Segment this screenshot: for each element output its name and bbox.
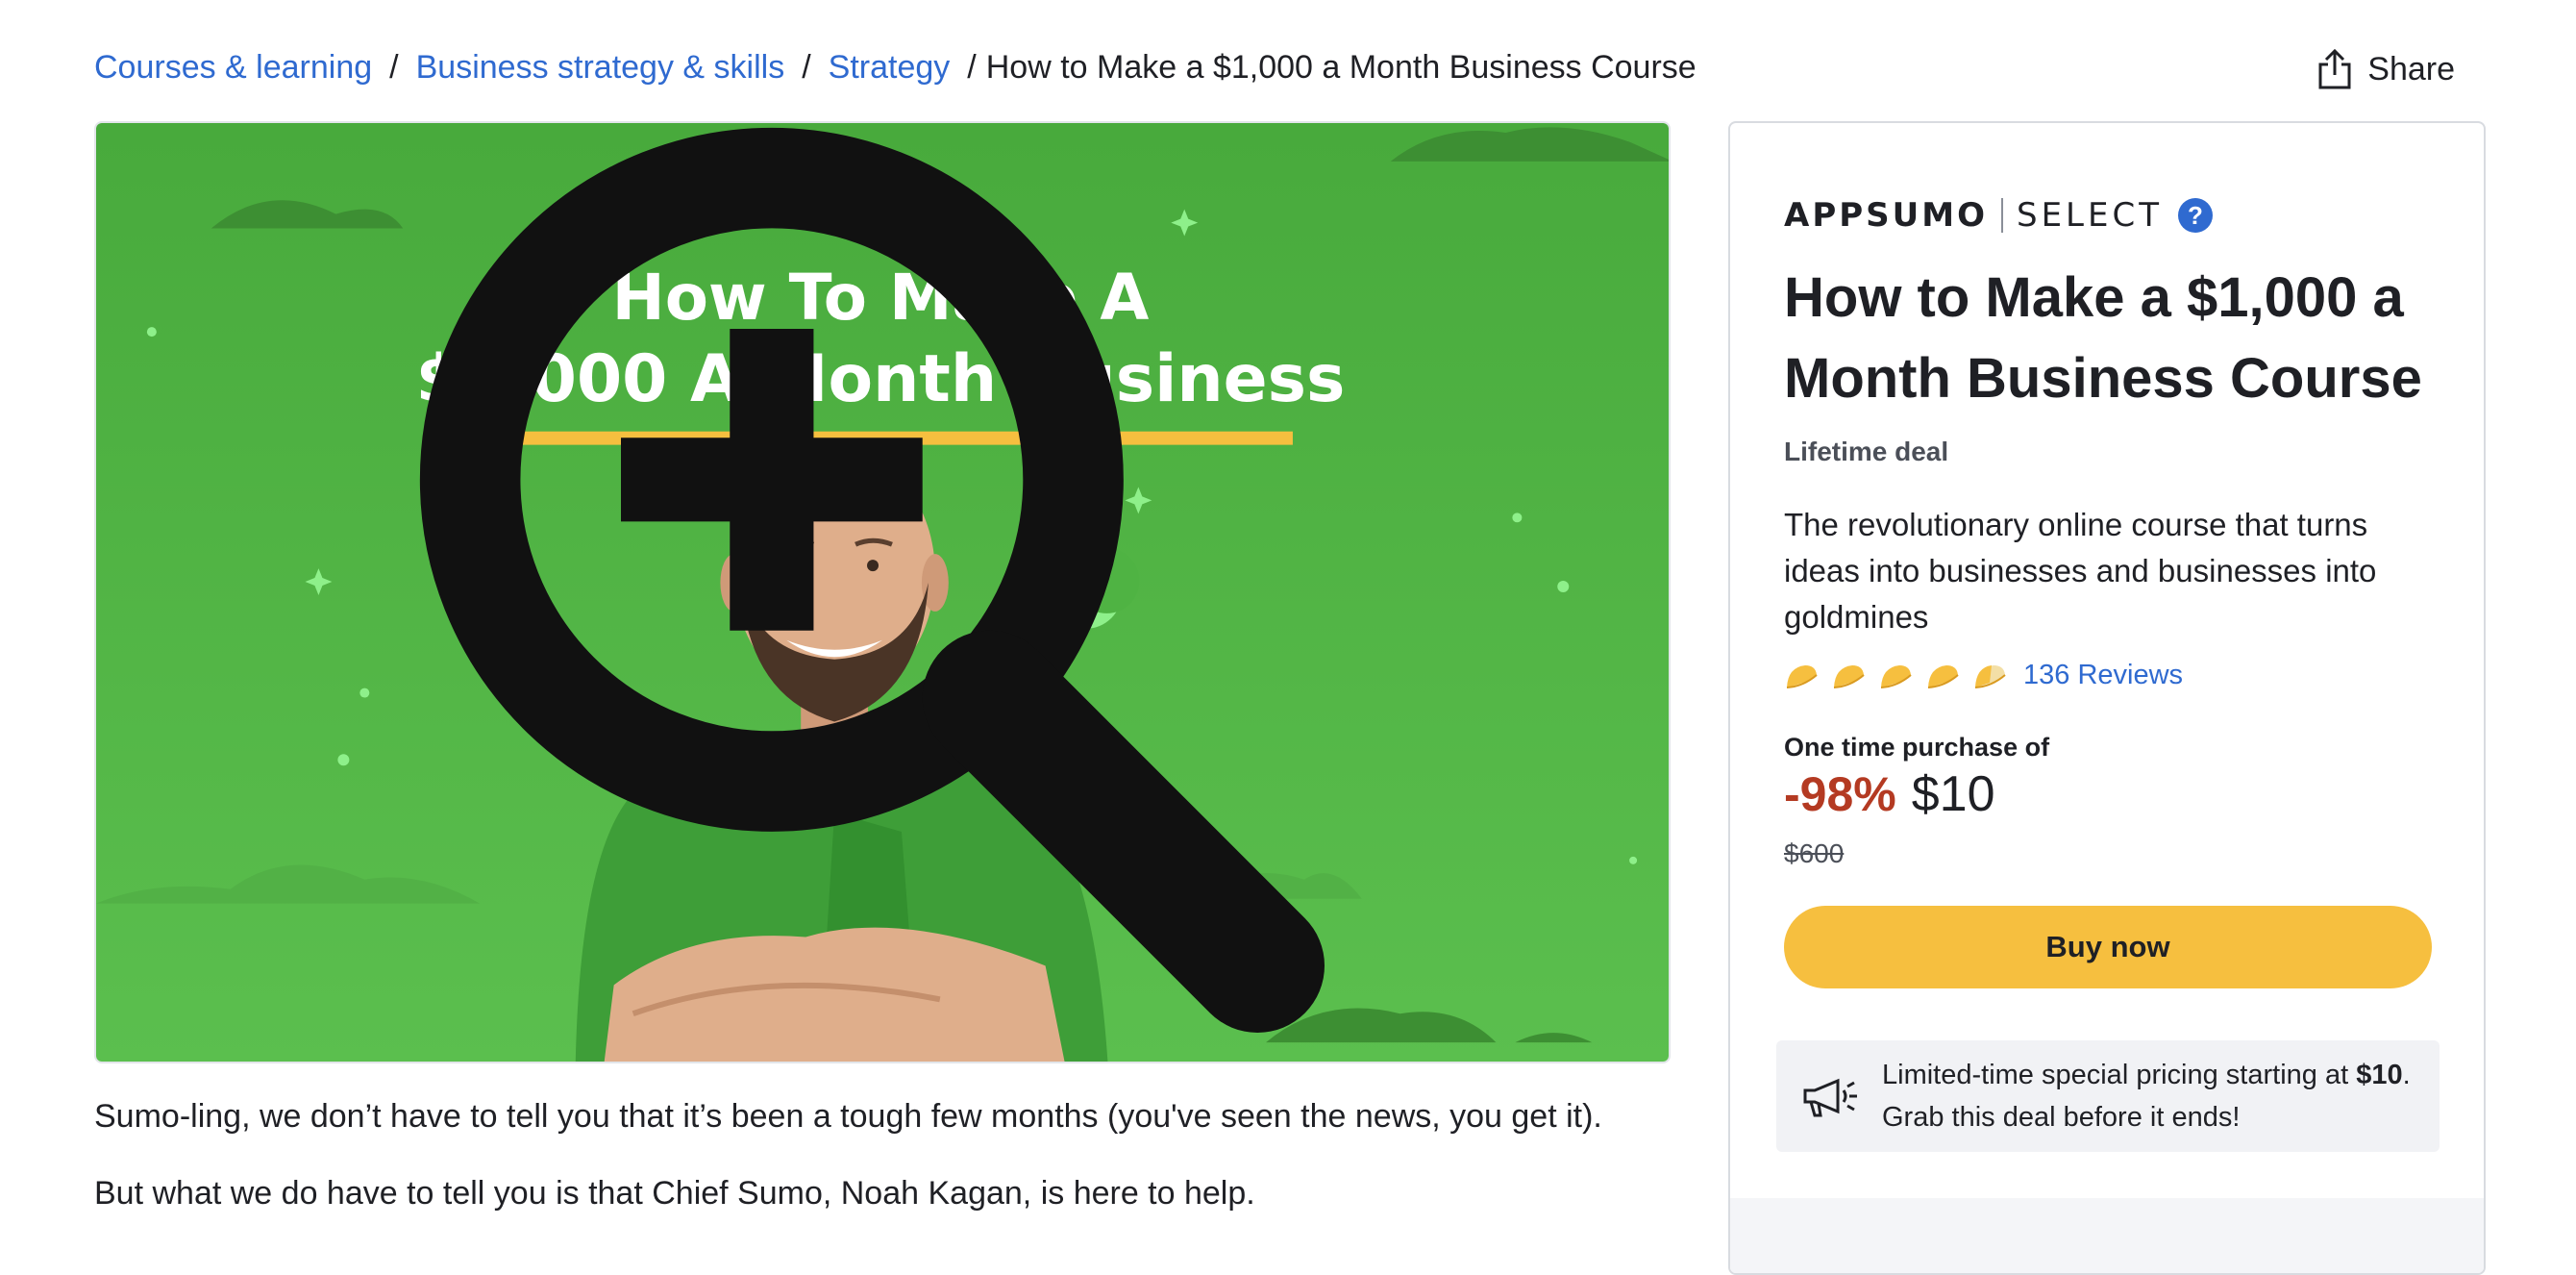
breadcrumb-courses-learning[interactable]: Courses & learning — [94, 49, 372, 87]
price-row: -98% $10 — [1784, 765, 1995, 823]
current-price: $10 — [1911, 766, 1995, 822]
taco-icon — [1880, 664, 1912, 688]
taco-icon — [1833, 664, 1865, 688]
breadcrumb: Courses & learning / Business strategy &… — [94, 46, 1697, 88]
brand-name: APPSUMO — [1784, 196, 1988, 235]
product-tagline: The revolutionary online course that tur… — [1784, 507, 2377, 635]
breadcrumb-separator: / — [802, 48, 811, 86]
original-price: $600 — [1784, 838, 1845, 868]
taco-icon — [1786, 664, 1818, 688]
promo-text-part: Limited-time special pricing starting at — [1882, 1060, 2357, 1090]
zoom-in-icon[interactable] — [94, 121, 1642, 1033]
brand-divider — [2000, 198, 2003, 233]
description-paragraph: Sumo-ling, we don’t have to tell you tha… — [94, 1098, 1602, 1135]
promo-price: $10 — [2356, 1060, 2403, 1090]
product-hero-image[interactable]: How To Make A $1,000 A Month Business — [94, 121, 1671, 1063]
promo-text: Limited-time special pricing starting at… — [1882, 1054, 2420, 1138]
share-icon — [2318, 48, 2351, 89]
buy-now-button[interactable]: Buy now — [1784, 906, 2432, 988]
breadcrumb-separator: / — [967, 48, 977, 86]
purchase-label: One time purchase of — [1784, 733, 2050, 762]
discount-badge: -98% — [1784, 767, 1896, 821]
breadcrumb-current: How to Make a $1,000 a Month Business Co… — [985, 48, 1697, 86]
megaphone-icon — [1803, 1078, 1857, 1117]
share-button[interactable]: Share — [2316, 46, 2455, 92]
share-label: Share — [2367, 50, 2455, 88]
help-icon[interactable]: ? — [2177, 198, 2213, 233]
rating: 136 Reviews — [1784, 660, 2183, 691]
deal-type: Lifetime deal — [1784, 437, 1949, 466]
breadcrumb-separator: / — [389, 48, 399, 86]
taco-half-icon — [1974, 664, 2006, 688]
promo-banner: Limited-time special pricing starting at… — [1776, 1040, 2440, 1152]
breadcrumb-strategy[interactable]: Strategy — [829, 49, 951, 87]
product-title: How to Make a $1,000 a Month Business Co… — [1784, 266, 2422, 410]
breadcrumb-business-strategy[interactable]: Business strategy & skills — [416, 49, 785, 87]
card-footer — [1730, 1198, 2484, 1273]
taco-icon — [1927, 664, 1959, 688]
reviews-link[interactable]: 136 Reviews — [2023, 660, 2183, 691]
brand-suffix: SELECT — [2016, 196, 2163, 235]
appsumo-select-logo: APPSUMO SELECT ? — [1784, 188, 2213, 242]
deal-card: APPSUMO SELECT ? How to Make a $1,000 a … — [1728, 121, 2486, 1275]
description-paragraph: But what we do have to tell you is that … — [94, 1175, 1255, 1212]
